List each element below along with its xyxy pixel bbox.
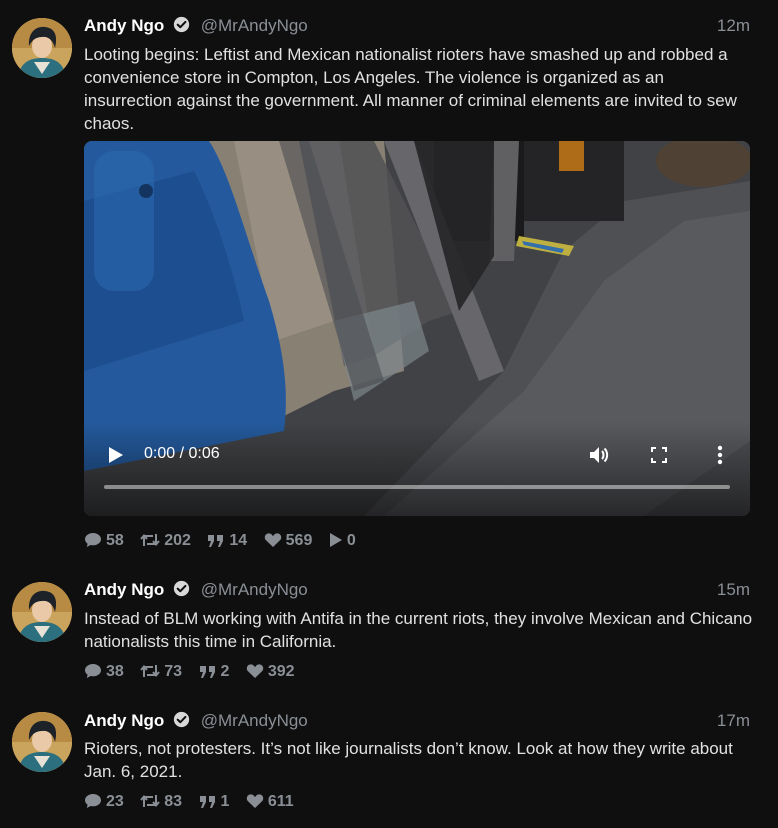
verified-badge-icon	[173, 711, 190, 734]
tweet[interactable]: Andy Ngo @MrAndyNgo 12m Looting begins: …	[0, 0, 778, 560]
tweet-date[interactable]: 15m	[717, 579, 750, 601]
quote-stat[interactable]: 2	[199, 662, 230, 682]
quote-stat[interactable]: 14	[207, 531, 247, 551]
video-player[interactable]: 0:00 / 0:06	[84, 141, 750, 516]
verified-badge-icon	[173, 16, 190, 39]
comment-icon	[85, 533, 101, 547]
volume-icon[interactable]	[587, 443, 611, 467]
like-stat[interactable]: 611	[246, 792, 294, 812]
tweet-date[interactable]: 12m	[717, 15, 750, 37]
play-icon[interactable]	[106, 443, 126, 467]
avatar[interactable]	[12, 712, 72, 772]
tweet-stats: 23 83 1 611	[84, 792, 306, 812]
quote-icon	[208, 535, 224, 547]
heart-icon	[246, 794, 264, 808]
retweet-icon	[140, 664, 161, 678]
reply-count: 38	[106, 663, 124, 680]
retweet-count: 73	[164, 663, 183, 680]
like-stat[interactable]: 569	[264, 531, 313, 551]
retweet-stat[interactable]: 202	[140, 531, 191, 551]
comment-icon	[85, 664, 101, 678]
video-progress-bar[interactable]	[104, 485, 730, 489]
reply-stat[interactable]: 58	[84, 531, 124, 551]
play-count: 0	[346, 532, 356, 549]
tweet-text: Looting begins: Leftist and Mexican nati…	[84, 45, 737, 133]
video-time: 0:00 / 0:06	[144, 445, 220, 462]
heart-icon	[264, 533, 281, 547]
retweet-count: 202	[164, 532, 191, 549]
display-name[interactable]: Andy Ngo	[84, 711, 164, 730]
like-stat[interactable]: 392	[246, 662, 295, 682]
display-name[interactable]: Andy Ngo	[84, 16, 164, 35]
display-name[interactable]: Andy Ngo	[84, 580, 164, 599]
heart-icon	[246, 664, 264, 678]
quote-stat[interactable]: 1	[199, 792, 230, 812]
verified-badge-icon	[173, 580, 190, 603]
quote-count: 1	[220, 793, 230, 810]
comment-icon	[85, 794, 101, 808]
retweet-stat[interactable]: 83	[140, 792, 182, 812]
play-stat: 0	[329, 531, 356, 551]
retweet-stat[interactable]: 73	[140, 662, 182, 682]
tweet-text: Rioters, not protesters. It’s not like j…	[84, 739, 733, 781]
username[interactable]: @MrAndyNgo	[201, 711, 308, 730]
retweet-count: 83	[164, 793, 183, 810]
reply-stat[interactable]: 23	[84, 792, 124, 812]
like-count: 569	[285, 532, 313, 549]
avatar[interactable]	[12, 18, 72, 78]
reply-stat[interactable]: 38	[84, 662, 124, 682]
video-controls	[84, 421, 750, 516]
username[interactable]: @MrAndyNgo	[201, 16, 308, 35]
username[interactable]: @MrAndyNgo	[201, 580, 308, 599]
quote-count: 14	[229, 532, 248, 549]
tweet-date[interactable]: 17m	[717, 710, 750, 732]
tweet-stats: 38 73 2 392	[84, 662, 307, 682]
fullscreen-icon[interactable]	[650, 446, 668, 464]
reply-count: 58	[106, 532, 124, 549]
quote-icon	[199, 796, 215, 808]
quote-count: 2	[220, 663, 230, 680]
retweet-icon	[140, 533, 161, 547]
timeline: Andy Ngo @MrAndyNgo 12m Looting begins: …	[0, 0, 778, 828]
like-count: 392	[267, 663, 295, 680]
reply-count: 23	[106, 793, 124, 810]
quote-icon	[199, 666, 215, 678]
tweet-text: Instead of BLM working with Antifa in th…	[84, 609, 753, 651]
more-vertical-icon[interactable]	[714, 443, 726, 467]
tweet-stats: 58 202 14 569 0	[84, 531, 368, 551]
retweet-icon	[140, 794, 161, 808]
like-count: 611	[267, 793, 294, 810]
play-icon	[329, 533, 342, 547]
avatar[interactable]	[12, 582, 72, 642]
